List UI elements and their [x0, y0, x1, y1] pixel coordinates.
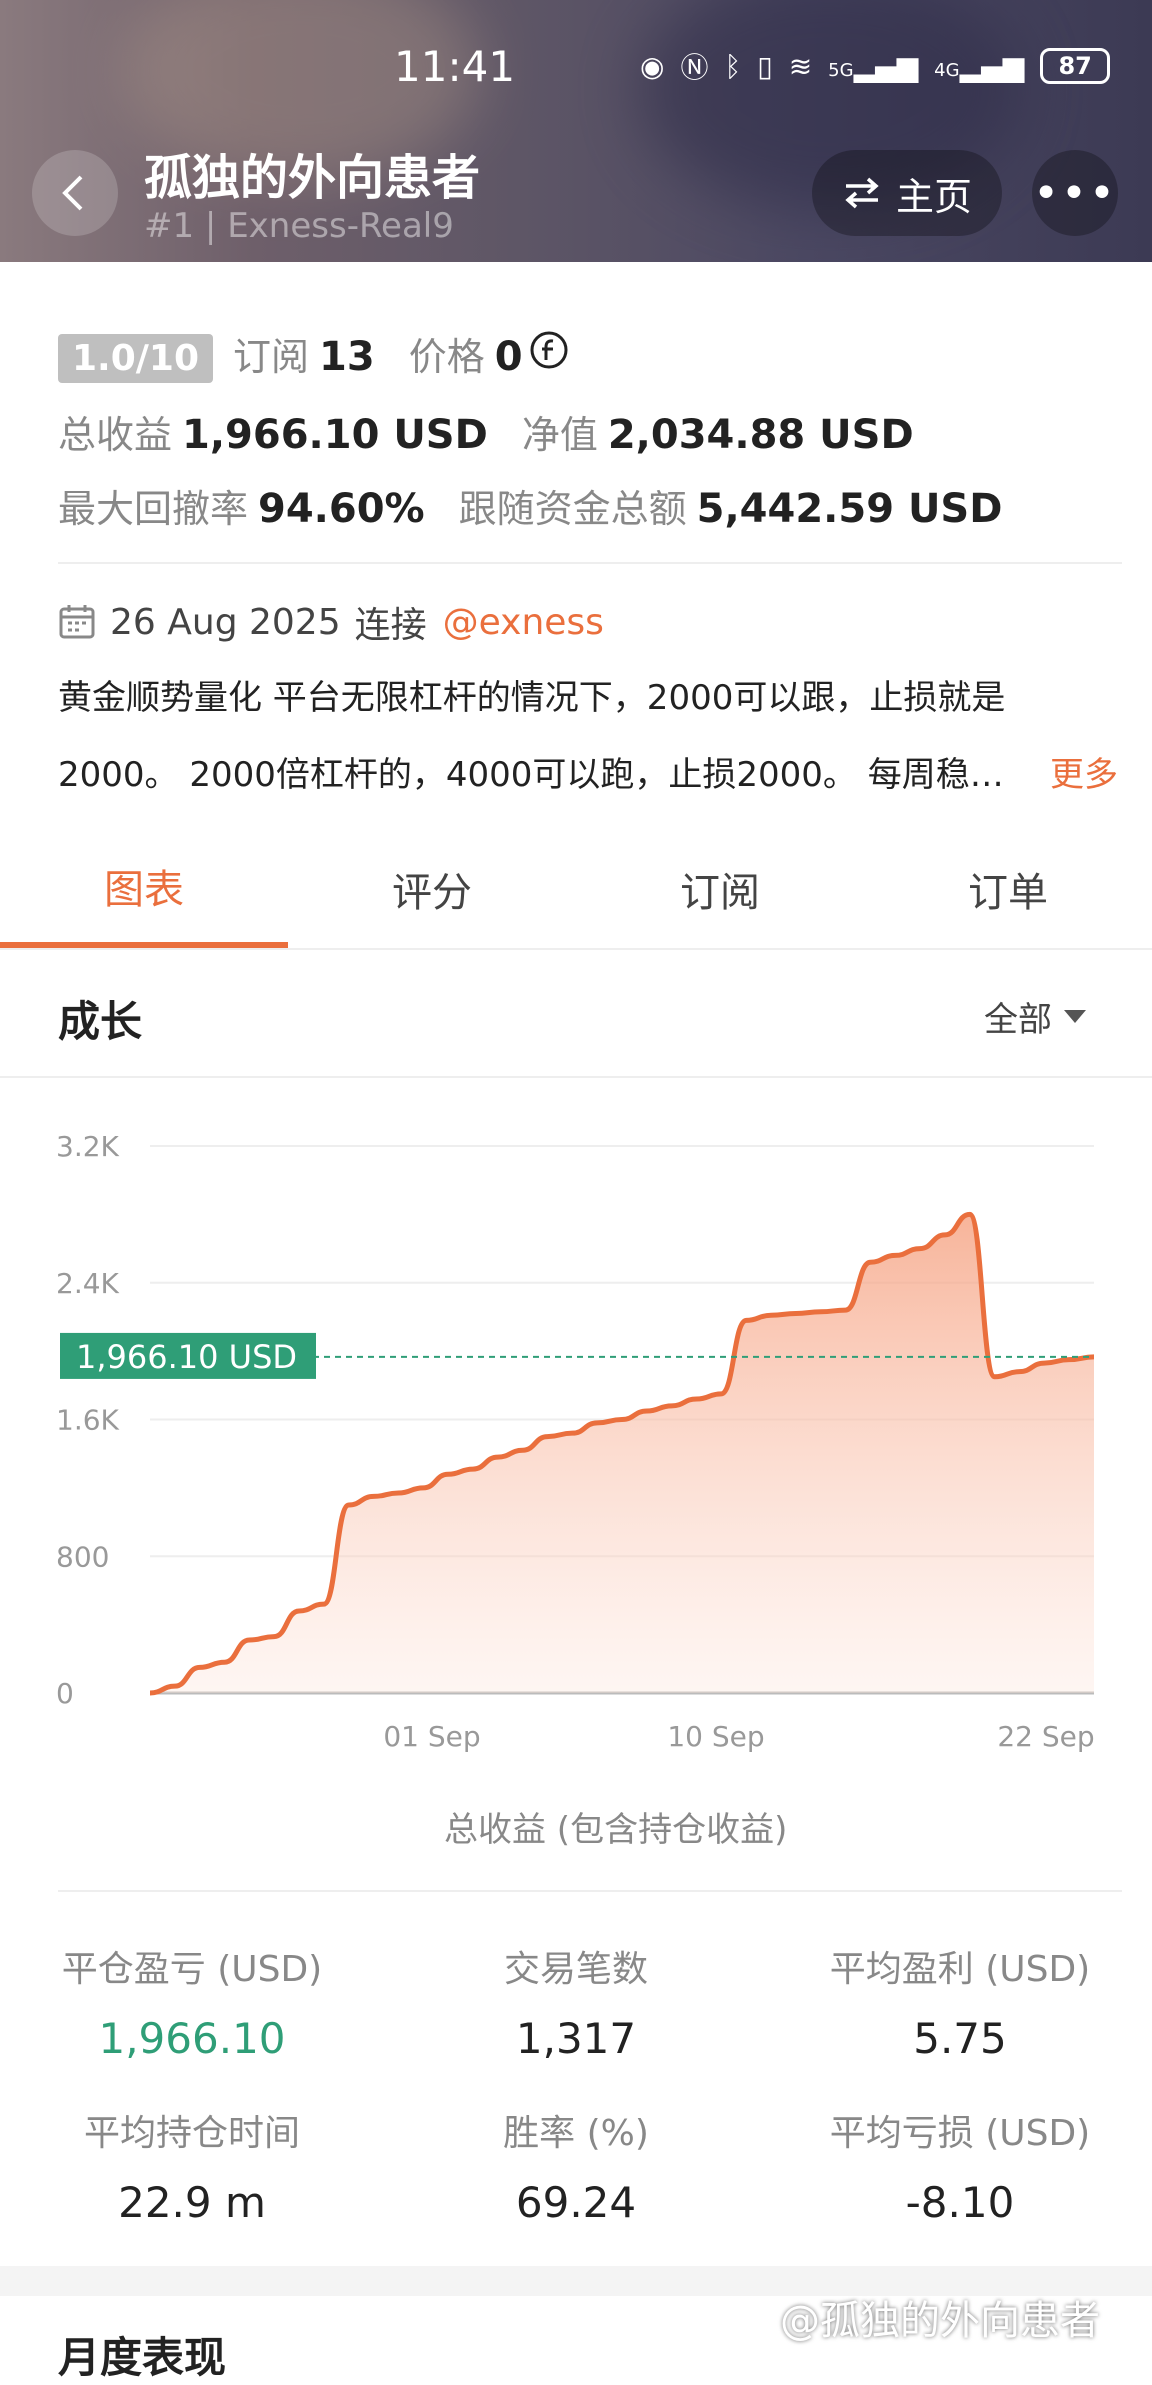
stat-win-rate: 胜率 (%) 69.24 — [406, 2104, 746, 2227]
x-tick-label: 10 Sep — [667, 1720, 764, 1753]
bluetooth-icon: ᛒ — [724, 49, 742, 83]
y-tick-label: 1.6K — [56, 1404, 120, 1437]
growth-filter-dropdown[interactable]: 全部 — [984, 992, 1086, 1041]
vibrate-icon: ▯ — [757, 49, 773, 83]
stat-value: -8.10 — [905, 2178, 1015, 2227]
growth-filter-label: 全部 — [984, 1000, 1052, 1040]
description-line: 2000。 2000倍杠杆的，4000可以跑，止损2000。 每周稳… 更多 — [58, 737, 1118, 814]
connect-label: 连接 — [354, 605, 427, 646]
equity-value: 2,034.88 USD — [607, 412, 914, 458]
battery-icon: 87 — [1040, 48, 1111, 84]
more-options-button[interactable]: ••• — [1032, 150, 1118, 236]
stat-label: 平均亏损 (USD) — [829, 2113, 1091, 2154]
stat-label: 交易笔数 — [503, 1949, 648, 1990]
y-tick-label: 2.4K — [56, 1267, 120, 1300]
subscribe-label: 订阅 — [233, 335, 310, 379]
stat-value: 1,966.10 — [98, 2014, 286, 2063]
swap-icon — [845, 177, 879, 209]
signal-5g-icon: 5G▂▄▆ — [828, 49, 919, 83]
more-dots-icon: ••• — [1033, 167, 1117, 219]
max-drawdown-label: 最大回撤率 — [58, 487, 249, 531]
subscribe-count: 13 — [319, 334, 375, 380]
summary-divider — [58, 562, 1122, 564]
max-drawdown-value: 94.60% — [258, 486, 425, 532]
follow-funds-label: 跟随资金总额 — [458, 487, 687, 531]
stat-label: 平均盈利 (USD) — [829, 1949, 1091, 1990]
tab-bar: 图表 评分 订阅 订单 — [0, 830, 1152, 950]
y-tick-label: 3.2K — [56, 1130, 120, 1163]
stat-closed-pl: 平仓盈亏 (USD) 1,966.10 — [22, 1940, 362, 2063]
legend-label: 总收益 (包含持仓收益) — [444, 1810, 788, 1850]
x-tick-label: 22 Sep — [997, 1720, 1094, 1753]
tab-orders[interactable]: 订单 — [864, 830, 1152, 948]
status-icons: ◉ Ⓝ ᛒ ▯ ≋ 5G▂▄▆ 4G▂▄▆ 87 — [640, 46, 1111, 86]
equity-label: 净值 — [521, 413, 598, 457]
stats-divider — [58, 1890, 1122, 1892]
stat-label: 平均持仓时间 — [83, 2113, 300, 2154]
profile-header: 11:41 ◉ Ⓝ ᛒ ▯ ≋ 5G▂▄▆ 4G▂▄▆ 87 孤独的外向患者 #… — [0, 0, 1152, 262]
back-button[interactable] — [32, 150, 118, 236]
wifi-icon: ≋ — [788, 49, 813, 83]
summary-row-1: 1.0/10 订阅 13 价格 0 — [58, 326, 569, 383]
x-tick-label: 01 Sep — [383, 1720, 480, 1753]
stat-avg-hold-time: 平均持仓时间 22.9 m — [22, 2104, 362, 2227]
home-button-label: 主页 — [895, 174, 972, 219]
y-tick-label: 800 — [56, 1540, 109, 1573]
current-value-label: 1,966.10 USD — [76, 1338, 297, 1376]
stat-value: 69.24 — [515, 2178, 637, 2227]
stat-value: 5.75 — [913, 2014, 1007, 2063]
clock: 11:41 — [394, 42, 516, 91]
account-subtitle: #1 | Exness-Real9 — [144, 206, 454, 246]
eye-icon: ◉ — [640, 49, 665, 83]
signal-4g-icon: 4G▂▄▆ — [934, 49, 1025, 83]
nfc-icon: Ⓝ — [680, 51, 709, 84]
price-value: 0 — [494, 334, 523, 380]
stat-trade-count: 交易笔数 1,317 — [406, 1940, 746, 2063]
home-button[interactable]: 主页 — [812, 150, 1002, 236]
total-profit-value: 1,966.10 USD — [182, 412, 488, 458]
tab-subscribe[interactable]: 订阅 — [576, 830, 864, 948]
strategy-description: 黄金顺势量化 平台无限杠杆的情况下，2000可以跟，止损就是 2000。 200… — [58, 660, 1118, 814]
connect-date: 26 Aug 2025 — [110, 601, 341, 643]
stat-avg-loss: 平均亏损 (USD) -8.10 — [790, 2104, 1130, 2227]
description-line: 黄金顺势量化 平台无限杠杆的情况下，2000可以跟，止损就是 — [58, 678, 1006, 718]
tab-chart[interactable]: 图表 — [0, 830, 288, 948]
total-profit-label: 总收益 — [58, 413, 173, 457]
summary-row-3: 最大回撤率 94.60% 跟随资金总额 5,442.59 USD — [58, 478, 1036, 533]
growth-chart: 3.2K 2.4K 1.6K 800 0 01 Sep 10 Sep 22 Sep 1,96… — [56, 1130, 1095, 1753]
calendar-icon — [59, 605, 95, 639]
growth-title: 成长 — [58, 997, 143, 1046]
description-text: 2000。 2000倍杠杆的，4000可以跑，止损2000。 每周稳… — [58, 755, 1004, 795]
stat-label: 胜率 (%) — [503, 2113, 649, 2154]
follow-funds-value: 5,442.59 USD — [696, 486, 1003, 532]
caret-down-icon — [1064, 1009, 1086, 1023]
tab-rating[interactable]: 评分 — [288, 830, 576, 948]
summary-row-2: 总收益 1,966.10 USD 净值 2,034.88 USD — [58, 404, 948, 459]
chevron-left-icon — [62, 175, 83, 211]
watermark: @孤独的外向患者 — [780, 2298, 1100, 2344]
y-tick-label: 0 — [56, 1677, 74, 1710]
page-title: 孤独的外向患者 — [144, 150, 481, 206]
growth-header: 成长 全部 — [0, 952, 1152, 1078]
currency-icon — [530, 331, 568, 369]
price-label: 价格 — [408, 335, 485, 379]
rating-badge: 1.0/10 — [58, 334, 214, 383]
stat-value: 1,317 — [515, 2014, 637, 2063]
growth-area — [150, 1214, 1094, 1693]
connect-info: 26 Aug 2025 连接 @exness — [58, 596, 604, 648]
status-bar: 11:41 ◉ Ⓝ ᛒ ▯ ≋ 5G▂▄▆ 4G▂▄▆ 87 — [0, 40, 1152, 100]
stat-avg-profit: 平均盈利 (USD) 5.75 — [790, 1940, 1130, 2063]
stat-label: 平仓盈亏 (USD) — [61, 1949, 323, 1990]
stat-value: 22.9 m — [118, 2178, 266, 2227]
broker-link[interactable]: @exness — [443, 602, 604, 643]
more-link[interactable]: 更多 — [1050, 737, 1118, 814]
